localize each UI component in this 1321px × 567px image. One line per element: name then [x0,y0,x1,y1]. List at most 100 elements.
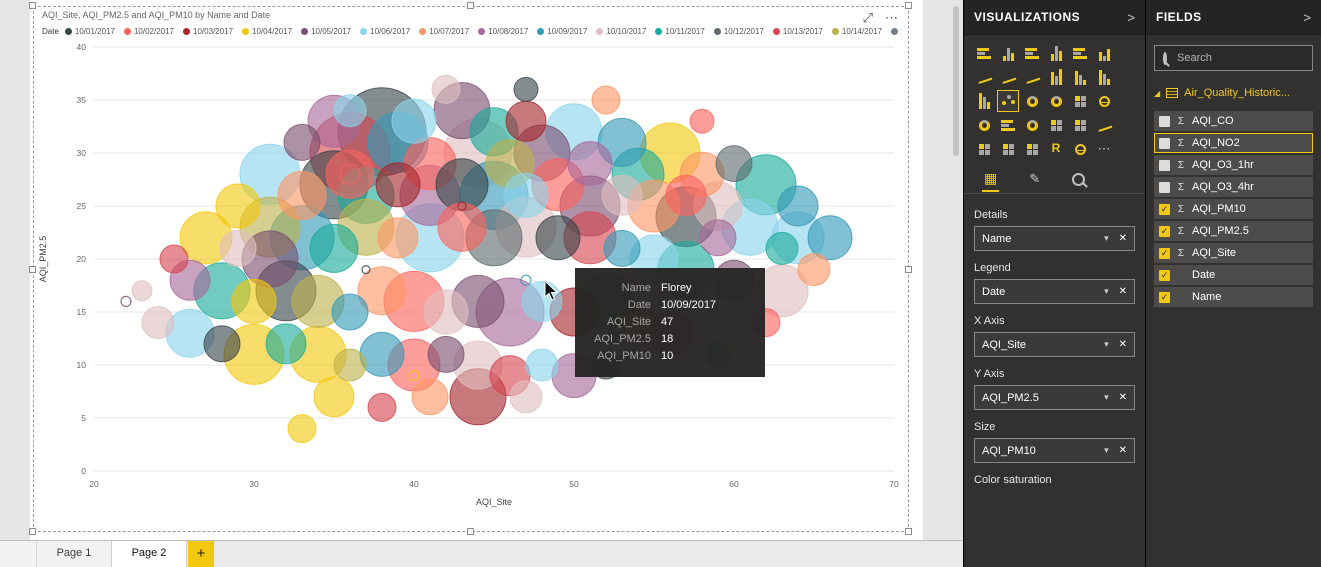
bubble[interactable] [778,186,818,226]
legend-item[interactable]: 10/05/2017 [301,27,351,36]
bubble[interactable] [514,77,538,101]
remove-field-icon[interactable]: ✕ [1119,339,1127,350]
chevron-down-icon[interactable]: ▾ [1104,392,1109,403]
resize-handle[interactable] [905,266,912,273]
page-tab-page-2[interactable]: Page 2 [112,541,187,567]
stacked-area-chart-icon[interactable] [1021,66,1043,88]
resize-handle[interactable] [29,2,36,9]
bubble[interactable] [284,124,320,160]
field-checkbox[interactable]: ✓ [1159,204,1170,215]
bubble[interactable] [506,101,546,141]
bubble[interactable] [604,230,640,266]
legend-item[interactable]: 10/02/2017 [124,27,174,36]
field-checkbox[interactable]: ✓ [1159,292,1170,303]
field-row-aqi-co[interactable]: ΣAQI_CO [1154,111,1313,131]
bubble[interactable] [424,290,468,334]
bubble[interactable] [522,281,562,321]
matrix-icon[interactable] [1021,138,1043,160]
field-checkbox[interactable] [1159,116,1170,127]
tab-fields[interactable]: ▦ [982,166,999,192]
legend-well-dropdown[interactable]: Date▾✕ [974,279,1135,304]
r-script-visual-icon[interactable]: R [1045,138,1067,160]
bubble[interactable] [310,224,358,272]
clustered-bar-chart-icon[interactable] [1021,42,1043,64]
bubble[interactable] [204,326,240,362]
bubble[interactable] [334,95,366,127]
bubble[interactable] [602,175,642,215]
legend-item[interactable]: 10/11/2017 [655,27,704,36]
resize-handle[interactable] [467,2,474,9]
resize-handle[interactable] [905,528,912,535]
field-checkbox[interactable]: ✓ [1159,226,1170,237]
resize-handle[interactable] [905,2,912,9]
bubble[interactable] [378,218,418,258]
legend-item[interactable]: 10/03/2017 [183,27,233,36]
field-checkbox[interactable] [1159,182,1170,193]
bubble[interactable] [360,332,404,376]
resize-handle[interactable] [467,528,474,535]
remove-field-icon[interactable]: ✕ [1119,233,1127,244]
bubble[interactable] [132,281,152,301]
scatter-chart-visual[interactable]: AQI_Site, AQI_PM2.5 and AQI_PM10 by Name… [33,6,909,532]
clustered-column-chart-icon[interactable] [1045,42,1067,64]
ribbon-chart-icon[interactable] [1093,66,1115,88]
bubble[interactable] [798,254,830,286]
field-checkbox[interactable] [1159,160,1170,171]
legend-item[interactable]: 10/10/2017 [596,27,646,36]
bubble[interactable] [232,279,276,323]
slicer-icon[interactable] [973,138,995,160]
funnel-icon[interactable] [997,114,1019,136]
bubble[interactable] [266,324,306,364]
search-input[interactable] [1175,51,1321,65]
line-chart-icon[interactable] [973,66,995,88]
bubble[interactable] [504,173,548,217]
legend-item[interactable]: 10/08/2017 [478,27,528,36]
bubble[interactable] [216,184,260,228]
page-tab-page-1[interactable]: Page 1 [37,541,112,567]
resize-handle[interactable] [29,266,36,273]
filled-map-icon[interactable] [973,114,995,136]
area-chart-icon[interactable] [997,66,1019,88]
field-row-aqi-site[interactable]: ✓ΣAQI_Site [1154,243,1313,263]
bubble[interactable] [288,415,316,443]
x-axis-well-dropdown[interactable]: AQI_Site▾✕ [974,332,1135,357]
field-row-aqi-o3-1hr[interactable]: ΣAQI_O3_1hr [1154,155,1313,175]
100-stacked-column-chart-icon[interactable] [1093,42,1115,64]
remove-field-icon[interactable]: ✕ [1119,392,1127,403]
remove-field-icon[interactable]: ✕ [1119,286,1127,297]
bubble[interactable] [326,150,374,198]
legend-item[interactable]: 10/13/2017 [773,27,823,36]
bubble[interactable] [412,379,448,415]
resize-handle[interactable] [29,528,36,535]
bubble[interactable] [220,230,256,266]
legend-item[interactable]: 10/06/2017 [360,27,410,36]
line-and-clustered-column-chart-icon[interactable] [1045,66,1067,88]
field-checkbox[interactable]: ✓ [1159,248,1170,259]
bubble[interactable] [510,381,542,413]
vertical-scrollbar[interactable] [952,4,960,534]
field-row-aqi-no2[interactable]: ΣAQI_NO2 [1154,133,1313,153]
tab-analytics[interactable] [1070,166,1087,192]
bubble[interactable] [142,307,174,339]
remove-field-icon[interactable]: ✕ [1119,445,1127,456]
field-row-date[interactable]: ✓Date [1154,265,1313,285]
bubble[interactable] [716,146,752,182]
legend-item[interactable]: 10/12/2017 [714,27,764,36]
legend-item[interactable]: 10/07/2017 [419,27,469,36]
chevron-down-icon[interactable]: ▾ [1104,339,1109,350]
bubble[interactable] [376,163,420,207]
collapse-pane-icon[interactable]: > [1127,10,1135,25]
chevron-down-icon[interactable]: ▾ [1104,233,1109,244]
bubble[interactable] [314,377,354,417]
legend-item[interactable]: 10/15/2017 [891,27,902,36]
field-checkbox[interactable] [1159,138,1170,149]
arcgis-map-icon[interactable] [1069,138,1091,160]
bubble[interactable] [332,294,368,330]
bubble[interactable] [592,86,620,114]
bubble[interactable] [536,216,580,260]
waterfall-chart-icon[interactable] [973,90,995,112]
scatter-chart-icon[interactable] [997,90,1019,112]
treemap-icon[interactable] [1069,90,1091,112]
details-well-dropdown[interactable]: Name▾✕ [974,226,1135,251]
field-row-name[interactable]: ✓Name [1154,287,1313,307]
